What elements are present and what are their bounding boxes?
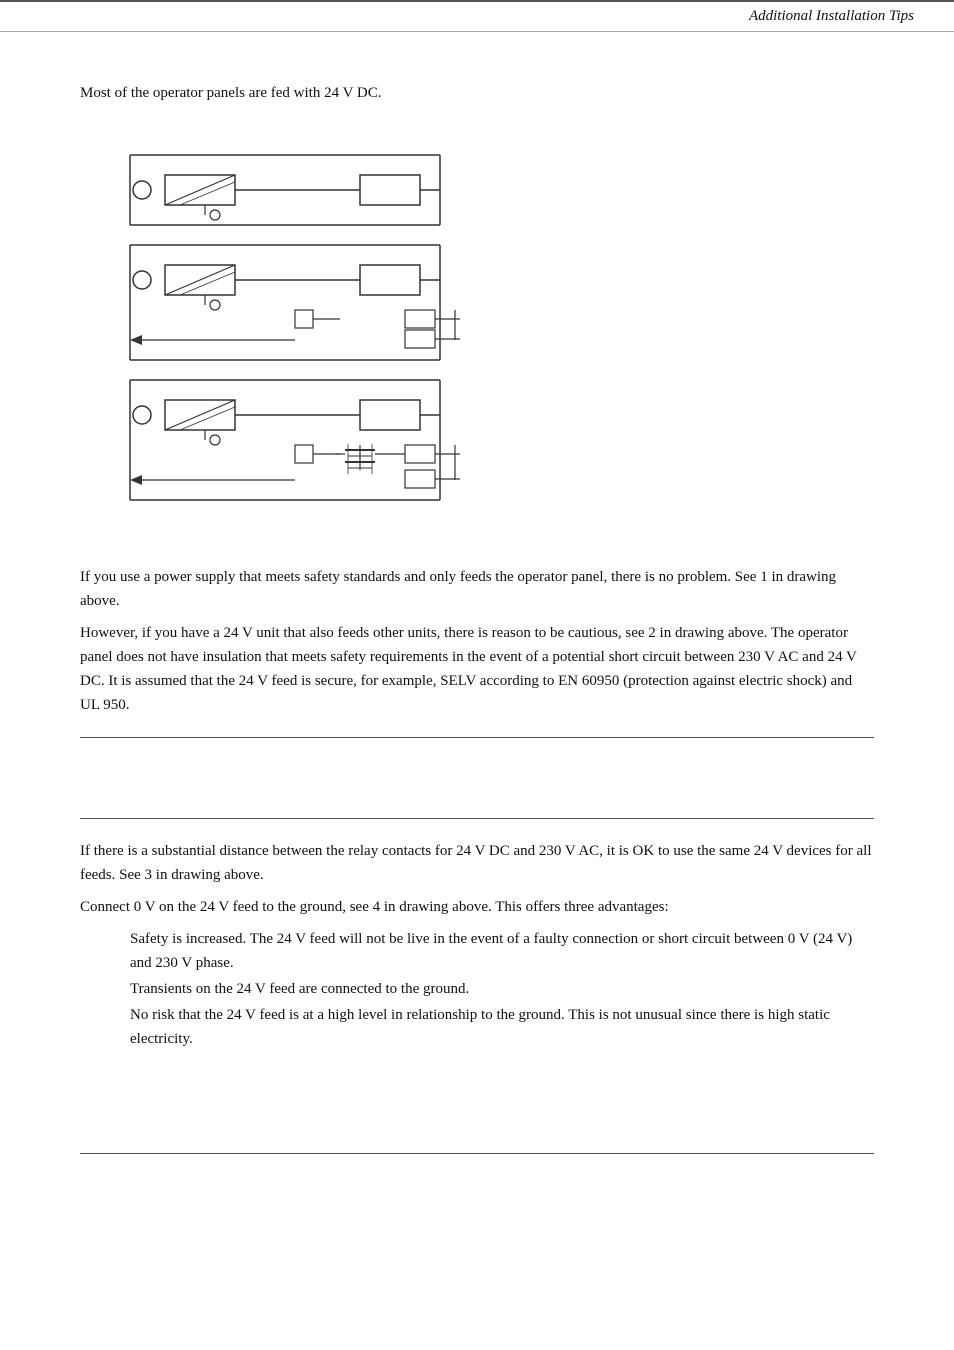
paragraph-3: If there is a substantial distance betwe… — [80, 839, 874, 887]
diagram-container — [80, 125, 874, 545]
main-content: Most of the operator panels are fed with… — [0, 32, 954, 1194]
intro-text: Most of the operator panels are fed with… — [80, 82, 874, 105]
section-divider-2 — [80, 818, 874, 819]
header-title: Additional Installation Tips — [749, 8, 914, 25]
bullet-item-1: Safety is increased. The 24 V feed will … — [130, 927, 874, 975]
bullet-item-2: Transients on the 24 V feed are connecte… — [130, 977, 874, 1001]
page-header: Additional Installation Tips — [0, 0, 954, 32]
section-divider-bottom — [80, 1153, 874, 1154]
page-wrapper: Additional Installation Tips Most of the… — [0, 0, 954, 1350]
paragraph-4: Connect 0 V on the 24 V feed to the grou… — [80, 895, 874, 919]
bullet-item-3: No risk that the 24 V feed is at a high … — [130, 1003, 874, 1051]
bullet-section: Safety is increased. The 24 V feed will … — [130, 927, 874, 1051]
paragraph-1: If you use a power supply that meets saf… — [80, 565, 874, 613]
paragraph-2: However, if you have a 24 V unit that al… — [80, 621, 874, 717]
section-divider-1 — [80, 737, 874, 738]
circuit-diagram — [100, 125, 520, 545]
